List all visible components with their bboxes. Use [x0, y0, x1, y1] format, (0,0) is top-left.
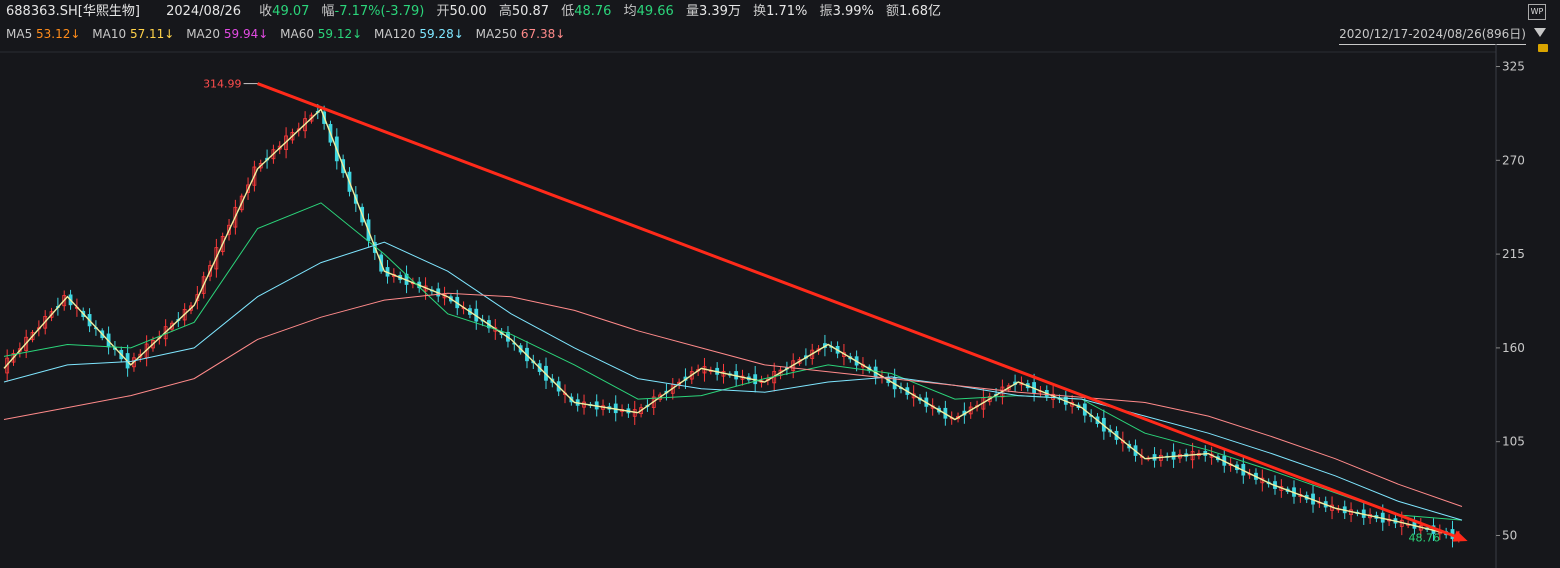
ma-legend-bar: MA5 53.12↓ MA10 57.11↓ MA20 59.94↓ MA60 …: [0, 24, 1560, 44]
open-value: 50.00: [449, 4, 487, 19]
low-value: 48.76: [574, 4, 612, 19]
avg-label: 均: [623, 4, 637, 19]
y-tick-label-1: 105: [1502, 435, 1525, 449]
trendline-arrowhead: [1452, 530, 1468, 542]
date-range-selector[interactable]: 2020/12/17-2024/08/26(896日): [1339, 24, 1526, 45]
dropdown-arrow-icon[interactable]: [1534, 28, 1546, 37]
quote-info-bar: 688363.SH[华熙生物] 2024/08/26 收49.07 幅-7.17…: [0, 0, 1560, 24]
high-label: 高: [498, 4, 512, 19]
close-label: 收: [259, 4, 273, 19]
amount-label: 额: [886, 4, 900, 19]
turnover-value: 1.71%: [766, 4, 808, 19]
ma20-label[interactable]: MA20: [186, 24, 220, 44]
trendline-group: [257, 82, 1468, 542]
ma20-value: 59.94↓: [223, 27, 269, 41]
y-tick-label-4: 270: [1502, 153, 1525, 167]
ma60-label[interactable]: MA60: [280, 24, 314, 44]
high-value: 50.87: [511, 4, 550, 19]
kline-chart[interactable]: 50 105 160 215 270 325 314.99 48.76: [0, 44, 1560, 568]
y-tick-label-3: 215: [1502, 247, 1525, 261]
amplitude-value: 3.99%: [832, 4, 874, 19]
y-axis: 50 105 160 215 270 325: [1496, 60, 1525, 542]
volume-value: 3.39万: [698, 4, 741, 19]
avg-value: 49.66: [636, 4, 674, 19]
stock-symbol[interactable]: 688363.SH[华熙生物]: [6, 0, 140, 24]
candles: [5, 103, 1461, 548]
y-tick-label-2: 160: [1502, 341, 1525, 355]
ma120-value: 59.28↓: [419, 27, 464, 41]
annotation-label-0: 314.99: [203, 78, 242, 91]
y-tick-label-5: 325: [1502, 60, 1525, 74]
ma10-label[interactable]: MA10: [92, 24, 126, 44]
y-tick-label-0: 50: [1502, 528, 1517, 542]
trendline: [257, 82, 1463, 541]
turnover-label: 换: [753, 4, 767, 19]
ma250-label[interactable]: MA250: [476, 24, 517, 44]
low-label: 低: [561, 4, 575, 19]
ma250-value: 67.38↓: [520, 27, 566, 41]
open-label: 开: [436, 4, 450, 19]
wp-badge[interactable]: WP: [1528, 4, 1546, 20]
quote-date: 2024/08/26: [166, 4, 242, 19]
volume-label: 量: [685, 4, 699, 19]
change-value: -7.17%(-3.79): [334, 4, 425, 19]
ma5-label[interactable]: MA5: [6, 24, 32, 44]
amount-value: 1.68亿: [899, 4, 941, 19]
change-label: 幅: [321, 4, 335, 19]
close-value: 49.07: [272, 4, 310, 19]
ma120-label[interactable]: MA120: [374, 24, 415, 44]
amplitude-label: 振: [819, 4, 833, 19]
ma60-value: 59.12↓: [317, 27, 363, 41]
annotation-label-1: 48.76: [1409, 532, 1441, 545]
ma10-value: 57.11↓: [129, 27, 175, 41]
ma5-value: 53.12↓: [36, 27, 81, 41]
